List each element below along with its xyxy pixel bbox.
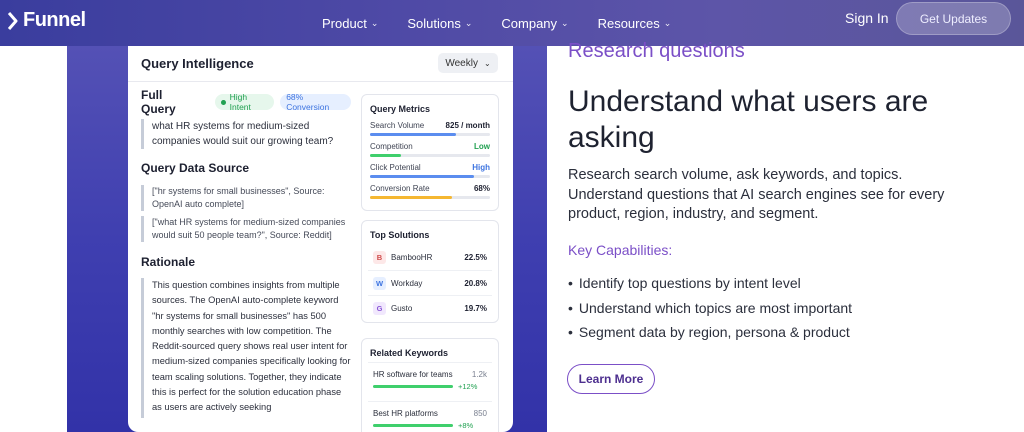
metric-label: Click Potential [370, 163, 421, 172]
metric-bar-fill [370, 133, 457, 136]
data-source-item: ["what HR systems for medium-sized compa… [141, 216, 351, 242]
rationale-title: Rationale [141, 255, 196, 269]
metric-list: Search Volume 825 / month Competition Low Cl… [362, 121, 498, 205]
keyword-row[interactable]: Best HR platforms 850 +8% [368, 401, 492, 432]
metric-row: Competition Low [362, 142, 498, 163]
solution-row[interactable]: B BambooHR 22.5% [368, 245, 492, 270]
solution-row[interactable]: W Workday 20.8% [368, 270, 492, 295]
get-updates-button[interactable]: Get Updates [896, 2, 1011, 35]
metric-bar-fill [370, 154, 402, 157]
full-query-title: Full Query [141, 88, 176, 116]
solution-share: 20.8% [464, 279, 487, 288]
top-navigation: Funnel Product ⌄ Solutions ⌄ Company ⌄ R… [0, 0, 1024, 46]
metric-bar-track [370, 196, 490, 199]
conversion-badge: 68% Conversion [280, 92, 351, 112]
query-details: Full Query High Intent 68% Conversion wh… [141, 88, 351, 418]
top-solutions-title: Top Solutions [370, 230, 430, 240]
metric-row: Search Volume 825 / month [362, 121, 498, 142]
solution-logo-icon: W [373, 277, 386, 290]
metric-label: Competition [370, 142, 413, 151]
metric-value: 68% [473, 184, 490, 193]
solution-name: Workday [391, 279, 423, 288]
solution-list: B BambooHR 22.5% W Workday 20.8% G Gusto 19.7% [362, 245, 498, 320]
nav-product-label: Product [322, 15, 367, 31]
solution-share: 19.7% [464, 304, 487, 313]
keyword-change: +12% [458, 382, 478, 391]
chevron-down-icon: ⌄ [370, 17, 379, 28]
solution-share: 22.5% [464, 253, 487, 262]
keyword-volume: 1.2k [471, 370, 487, 379]
metric-value: 825 / month [445, 121, 490, 130]
period-select-value: Weekly [445, 57, 478, 69]
funnel-logo[interactable]: Funnel [8, 9, 86, 32]
metric-label: Search Volume [370, 121, 425, 130]
intent-badge: High Intent [214, 92, 275, 112]
query-metrics-title: Query Metrics [370, 104, 431, 114]
learn-more-button[interactable]: Learn More [567, 364, 655, 394]
keyword-name: HR software for teams [373, 370, 453, 379]
metric-bar-fill [370, 175, 475, 178]
chevron-down-icon: ⌄ [663, 17, 672, 28]
query-intelligence-card: Query Intelligence Weekly ⌄ Full Query H… [128, 46, 513, 432]
chevron-down-icon: ⌄ [464, 17, 473, 28]
capabilities-list: Identify top questions by intent level U… [568, 271, 852, 345]
brand-name: Funnel [23, 9, 86, 31]
solution-name: Gusto [391, 304, 413, 313]
data-source-title: Query Data Source [141, 161, 250, 175]
nav-product[interactable]: Product ⌄ [322, 16, 378, 31]
funnel-logo-icon [8, 11, 18, 30]
capability-item: Segment data by region, persona & produc… [568, 320, 852, 345]
related-keywords-box: Related Keywords HR software for teams 1.… [361, 338, 499, 432]
metric-bar-track [370, 175, 490, 178]
metric-label: Conversion Rate [370, 184, 430, 193]
metric-value: Low [474, 142, 490, 151]
keyword-name: Best HR platforms [373, 409, 438, 418]
nav-solutions-label: Solutions [407, 15, 461, 31]
metric-bar-track [370, 133, 490, 136]
solution-row[interactable]: G Gusto 19.7% [368, 295, 492, 320]
status-dot-icon [220, 99, 226, 105]
keyword-trend-bar [373, 424, 453, 427]
query-metrics-box: Query Metrics Search Volume 825 / month Co… [361, 94, 499, 211]
metric-row: Conversion Rate 68% [362, 184, 498, 205]
keyword-trend-bar [373, 385, 453, 388]
card-header: Query Intelligence Weekly ⌄ [128, 46, 513, 82]
data-source-item: ["hr systems for small businesses", Sour… [141, 185, 351, 211]
chevron-down-icon: ⌄ [483, 58, 491, 68]
keyword-list: HR software for teams 1.2k +12% Best HR pla… [362, 362, 498, 432]
full-query-text: what HR systems for medium-sized compani… [141, 119, 351, 149]
capabilities-title: Key Capabilities: [568, 242, 673, 258]
intent-badge-label: High Intent [229, 92, 251, 112]
nav-company-label: Company [501, 15, 558, 31]
sign-in-link[interactable]: Sign In [845, 10, 889, 26]
section-eyebrow: Research questions [568, 40, 745, 62]
nav-resources[interactable]: Resources ⌄ [598, 16, 672, 31]
solution-logo-icon: B [373, 251, 386, 264]
card-title: Query Intelligence [141, 56, 254, 71]
keyword-row[interactable]: HR software for teams 1.2k +12% [368, 362, 492, 401]
nav-solutions[interactable]: Solutions ⌄ [407, 16, 472, 31]
solution-logo-icon: G [373, 302, 386, 315]
solution-name: BambooHR [391, 253, 433, 262]
metric-bar-fill [370, 196, 452, 199]
capability-item: Understand which topics are most importa… [568, 296, 852, 321]
capability-item: Identify top questions by intent level [568, 271, 852, 296]
section-headline: Understand what users are asking [568, 85, 929, 154]
nav-resources-label: Resources [597, 15, 660, 31]
nav-company[interactable]: Company ⌄ [501, 16, 568, 31]
period-select[interactable]: Weekly ⌄ [438, 53, 498, 73]
metric-value: High [472, 163, 490, 172]
keyword-volume: 850 [473, 409, 487, 418]
rationale-text: This question combines insights from mul… [141, 278, 351, 418]
metric-row: Click Potential High [362, 163, 498, 184]
top-solutions-box: Top Solutions B BambooHR 22.5% W Workday 20.8… [361, 220, 499, 323]
metric-bar-track [370, 154, 490, 157]
related-keywords-title: Related Keywords [370, 348, 449, 358]
section-description: Research search volume, ask keywords, an… [568, 167, 945, 222]
chevron-down-icon: ⌄ [561, 17, 569, 28]
keyword-change: +8% [458, 421, 474, 430]
